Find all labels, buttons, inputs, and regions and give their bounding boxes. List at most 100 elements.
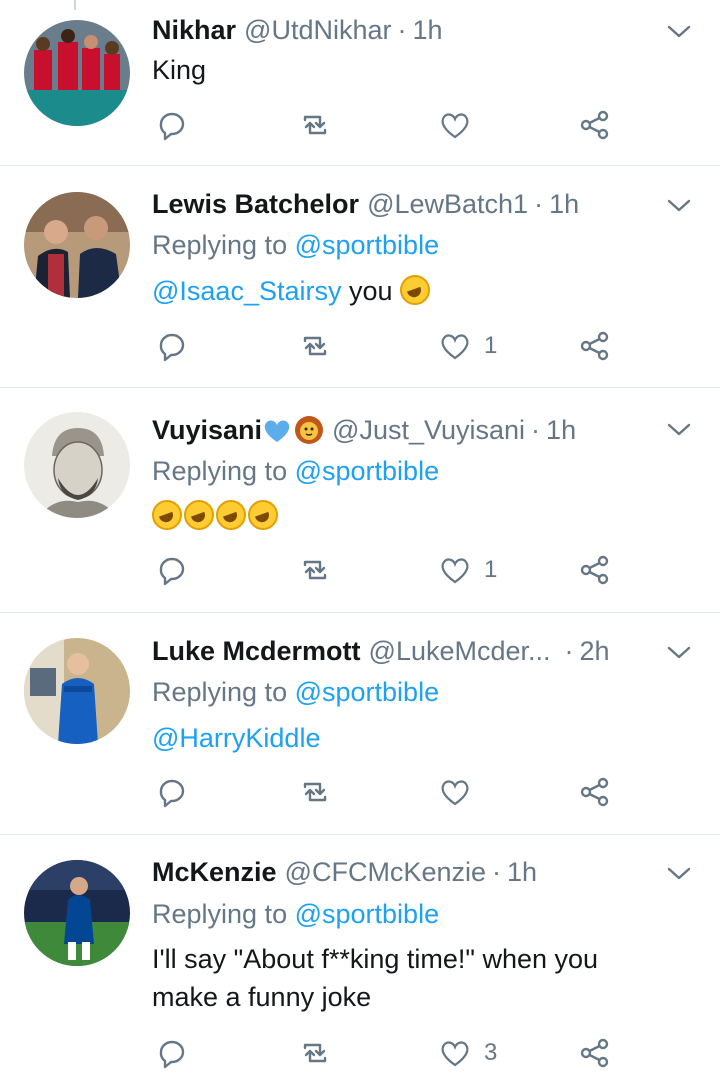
reply-to-link[interactable]: @sportbible: [295, 899, 439, 929]
share-button[interactable]: [578, 1036, 612, 1070]
heart-icon: [441, 558, 469, 584]
like-button[interactable]: [438, 775, 484, 809]
author-handle[interactable]: @UtdNikhar: [244, 15, 391, 46]
separator-dot: ·: [397, 14, 407, 45]
avatar[interactable]: [24, 412, 130, 518]
timestamp[interactable]: 2h: [580, 636, 610, 667]
separator-dot: ·: [531, 414, 541, 445]
timestamp[interactable]: 1h: [549, 189, 579, 220]
reply-icon: [159, 557, 185, 586]
chevron-down-icon[interactable]: [666, 416, 692, 442]
mention-link[interactable]: @HarryKiddle: [152, 723, 320, 753]
tweet-actions: [0, 108, 720, 148]
reply-context: Replying to @sportbible: [152, 227, 439, 263]
author-name[interactable]: McKenzie: [152, 857, 277, 888]
timestamp[interactable]: 1h: [546, 415, 576, 446]
tweet-actions: 1: [0, 553, 720, 593]
separator-dot: ·: [492, 856, 501, 887]
author-handle[interactable]: @LewBatch1: [367, 189, 528, 220]
share-button[interactable]: [578, 775, 612, 809]
share-button[interactable]: [578, 329, 612, 363]
retweet-icon: [303, 115, 327, 135]
heart-icon: [441, 334, 469, 360]
chevron-down-icon[interactable]: [666, 192, 692, 218]
author-name[interactable]: Lewis Batchelor: [152, 189, 359, 220]
tweet-header: Nikhar @UtdNikhar · 1h: [152, 12, 443, 48]
like-count: 1: [484, 332, 498, 359]
tweet-body: you: [349, 276, 393, 306]
avatar[interactable]: [24, 638, 130, 744]
reply-context: Replying to @sportbible: [152, 674, 439, 710]
reply-icon: [159, 1040, 185, 1069]
share-icon: [580, 331, 609, 361]
share-button[interactable]: [578, 108, 612, 142]
like-button[interactable]: [438, 108, 484, 142]
reply-context: Replying to @sportbible: [152, 453, 439, 489]
share-button[interactable]: [578, 553, 612, 587]
laughing-emoji-icon: [216, 500, 246, 530]
reply-to-link[interactable]: @sportbible: [295, 456, 439, 486]
tweet-text-line-1: I'll say "About f**king time!" when you: [152, 944, 599, 974]
reply-icon: [159, 779, 185, 808]
author-handle[interactable]: @Just_Vuyisani: [332, 415, 525, 446]
author-name[interactable]: Nikhar: [152, 15, 236, 46]
author-handle[interactable]: @LukeMcder...: [369, 636, 551, 667]
tweet-header: Luke Mcdermott @LukeMcder... · 2h: [152, 633, 610, 669]
reply-button[interactable]: [155, 775, 189, 809]
laughing-emoji-icon: [152, 500, 182, 530]
retweet-button[interactable]: [298, 775, 332, 809]
share-icon: [580, 555, 609, 585]
reply-button[interactable]: [155, 108, 189, 142]
divider: [0, 612, 720, 613]
replying-to-label: Replying to: [152, 456, 288, 486]
retweet-icon: [303, 336, 327, 356]
retweet-button[interactable]: [298, 1036, 332, 1070]
laughing-emoji-icon: [248, 500, 278, 530]
like-button[interactable]: 1: [438, 553, 497, 587]
replying-to-label: Replying to: [152, 899, 288, 929]
retweet-icon: [303, 782, 327, 802]
reply-icon: [159, 333, 185, 362]
like-button[interactable]: 3: [438, 1036, 497, 1070]
tweet-actions: 3: [0, 1036, 720, 1076]
reply-icon: [159, 112, 185, 141]
retweet-button[interactable]: [298, 553, 332, 587]
thread-line: [74, 0, 76, 10]
author-handle[interactable]: @CFCMcKenzie: [285, 857, 486, 888]
tweet-header: Vuyisani @Just_Vuyisani · 1h: [152, 412, 576, 448]
tweet-actions: [0, 775, 720, 815]
reply-button[interactable]: [155, 329, 189, 363]
tweet-text-line-2: make a funny joke: [152, 982, 372, 1012]
timestamp[interactable]: 1h: [507, 857, 537, 888]
heart-icon: [441, 1041, 469, 1067]
replying-to-label: Replying to: [152, 230, 288, 260]
chevron-down-icon[interactable]: [666, 639, 692, 665]
author-name[interactable]: Luke Mcdermott: [152, 636, 361, 667]
like-button[interactable]: 1: [438, 329, 497, 363]
avatar[interactable]: [24, 860, 130, 966]
divider: [0, 834, 720, 835]
like-count: 1: [484, 556, 498, 583]
retweet-icon: [303, 1043, 327, 1063]
tweet-header: Lewis Batchelor @LewBatch1 · 1h: [152, 186, 579, 222]
chevron-down-icon[interactable]: [666, 18, 692, 44]
timestamp[interactable]: 1h: [413, 15, 443, 46]
reply-button[interactable]: [155, 553, 189, 587]
chevron-down-icon[interactable]: [666, 860, 692, 886]
tweet-text: [152, 498, 280, 534]
tweet-text: King: [152, 55, 207, 85]
author-name[interactable]: Vuyisani: [152, 415, 262, 446]
avatar[interactable]: [24, 192, 130, 298]
mention-link[interactable]: @Isaac_Stairsy: [152, 276, 341, 306]
reply-to-link[interactable]: @sportbible: [295, 230, 439, 260]
share-icon: [580, 1038, 609, 1068]
tweet-text: @HarryKiddle: [152, 720, 320, 756]
divider: [0, 387, 720, 388]
reply-button[interactable]: [155, 1036, 189, 1070]
retweet-icon: [303, 560, 327, 580]
retweet-button[interactable]: [298, 329, 332, 363]
reply-to-link[interactable]: @sportbible: [295, 677, 439, 707]
lion-face-icon: [295, 416, 324, 444]
retweet-button[interactable]: [298, 108, 332, 142]
separator-dot: ·: [534, 188, 544, 219]
